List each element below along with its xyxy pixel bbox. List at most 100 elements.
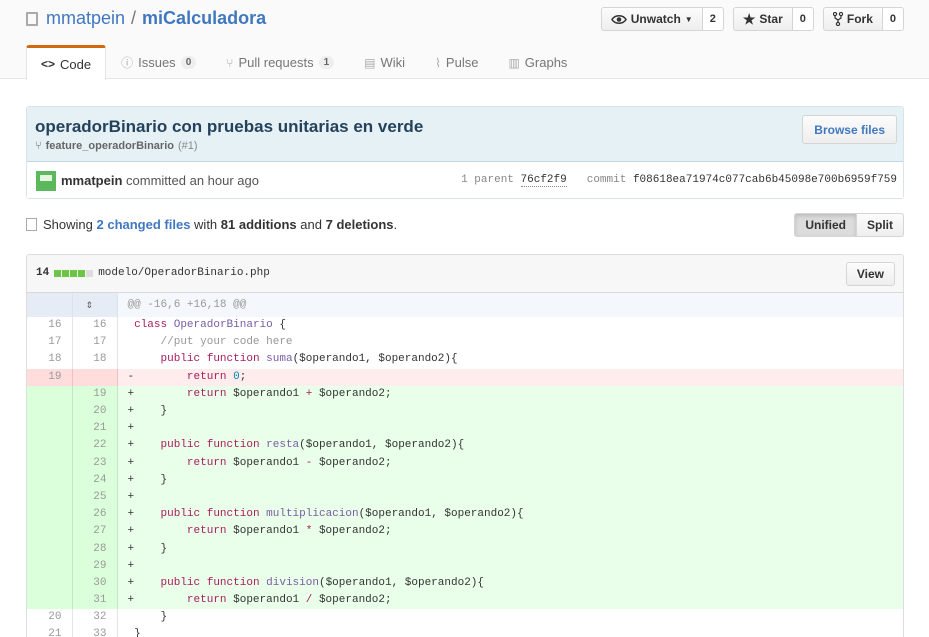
commit-meta: mmatpein committed an hour ago 1 parent … bbox=[27, 162, 903, 198]
unwatch-label: Unwatch bbox=[630, 12, 681, 26]
file-diff: 14 modelo/OperadorBinario.php View ⇕ @@ … bbox=[26, 254, 904, 637]
table-row: 20 32 } bbox=[27, 609, 903, 627]
new-line-number[interactable]: 16 bbox=[72, 317, 118, 335]
code-line: class OperadorBinario { bbox=[134, 319, 286, 332]
code-line: + public function multiplicacion($operan… bbox=[117, 506, 903, 524]
split-button[interactable]: Split bbox=[857, 213, 904, 237]
old-line-number[interactable] bbox=[27, 557, 73, 575]
new-line-number[interactable]: 20 bbox=[72, 402, 118, 421]
table-row: 27 + return $operando1 * $operando2; bbox=[27, 523, 903, 541]
branch-name[interactable]: feature_operadorBinario bbox=[46, 140, 174, 152]
old-line-number[interactable]: 16 bbox=[27, 317, 73, 335]
sha-info: 1 parent 76cf2f9 commit f08618ea71974c07… bbox=[461, 174, 897, 187]
tab-label: Pull requests bbox=[238, 55, 314, 70]
new-line-number[interactable]: 27 bbox=[72, 523, 118, 541]
avatar[interactable] bbox=[36, 171, 56, 191]
fork-button[interactable]: Fork bbox=[822, 7, 883, 31]
changed-files-link[interactable]: 2 changed files bbox=[97, 217, 191, 232]
repo-name-link[interactable]: miCalculadora bbox=[142, 8, 266, 29]
table-row: 19 + return $operando1 + $operando2; bbox=[27, 385, 903, 403]
new-line-number[interactable]: 33 bbox=[72, 626, 118, 637]
table-row: 29 + bbox=[27, 557, 903, 575]
old-line-number[interactable]: 21 bbox=[27, 626, 73, 637]
new-line-number[interactable]: 24 bbox=[72, 471, 118, 489]
tab-counter: 0 bbox=[180, 56, 197, 69]
file-path[interactable]: modelo/OperadorBinario.php bbox=[98, 267, 270, 279]
new-line-number[interactable]: 30 bbox=[72, 574, 118, 592]
tab-issues[interactable]: ⓘ Issues 0 bbox=[106, 45, 211, 79]
old-line-number[interactable]: 18 bbox=[27, 351, 73, 369]
period-text: . bbox=[393, 217, 398, 232]
hunk-header: @@ -16,6 +16,18 @@ bbox=[117, 293, 903, 317]
old-line-number[interactable] bbox=[27, 574, 73, 592]
eye-icon bbox=[610, 14, 627, 24]
old-line-number[interactable] bbox=[27, 402, 73, 421]
old-line-number[interactable] bbox=[27, 523, 73, 541]
new-line-number[interactable]: 31 bbox=[72, 592, 118, 610]
unwatch-button[interactable]: Unwatch ▼ bbox=[600, 7, 703, 31]
old-line-number[interactable] bbox=[27, 437, 73, 455]
author-name[interactable]: mmatpein bbox=[61, 173, 122, 188]
new-line-number[interactable]: 29 bbox=[72, 557, 118, 575]
expand-cell[interactable] bbox=[27, 293, 73, 317]
new-line-number[interactable]: 26 bbox=[72, 506, 118, 524]
tab-graphs[interactable]: ▥ Graphs bbox=[493, 45, 582, 79]
tab-pull-requests[interactable]: ⑂ Pull requests 1 bbox=[211, 45, 349, 79]
stars-count[interactable]: 0 bbox=[792, 7, 814, 31]
new-line-number[interactable]: 18 bbox=[72, 351, 118, 369]
old-line-number[interactable] bbox=[27, 488, 73, 507]
repo-separator: / bbox=[131, 8, 137, 28]
parent-sha-link[interactable]: 76cf2f9 bbox=[520, 174, 567, 187]
new-line-number[interactable]: 17 bbox=[72, 334, 118, 352]
commit-title: operadorBinario con pruebas unitarias en… bbox=[35, 117, 424, 136]
tab-label: Issues bbox=[138, 55, 176, 70]
old-line-number[interactable] bbox=[27, 471, 73, 489]
diffstat-block bbox=[54, 269, 62, 277]
star-button[interactable]: ★ Star bbox=[732, 7, 793, 31]
and-text: and bbox=[300, 217, 322, 232]
new-line-number[interactable]: 28 bbox=[72, 540, 118, 558]
old-line-number[interactable] bbox=[27, 420, 73, 438]
table-row: 21 + bbox=[27, 420, 903, 438]
pull-request-ref[interactable]: (#1) bbox=[178, 140, 198, 152]
code-line: + return $operando1 / $operando2; bbox=[117, 592, 903, 610]
unified-button[interactable]: Unified bbox=[794, 213, 857, 237]
expand-cell[interactable]: ⇕ bbox=[72, 293, 118, 317]
issue-icon: ⓘ bbox=[121, 56, 134, 70]
expand-icon[interactable]: ⇕ bbox=[73, 297, 107, 314]
branch-icon: ⑂ bbox=[35, 140, 42, 152]
tab-pulse[interactable]: ⌇ Pulse bbox=[420, 45, 493, 79]
browse-files-button[interactable]: Browse files bbox=[802, 115, 897, 144]
diff-view-toggle: Unified Split bbox=[794, 213, 904, 237]
code-line: + bbox=[117, 557, 903, 575]
code-line: + public function division($operando1, $… bbox=[117, 574, 903, 592]
new-line-number[interactable]: 22 bbox=[72, 437, 118, 455]
tab-wiki[interactable]: ▤ Wiki bbox=[349, 45, 420, 79]
code-line: + return $operando1 * $operando2; bbox=[117, 523, 903, 541]
old-line-number[interactable] bbox=[27, 454, 73, 472]
old-line-number[interactable]: 19 bbox=[27, 368, 73, 386]
tab-code[interactable]: <> Code bbox=[26, 45, 107, 80]
fork-label: Fork bbox=[846, 12, 873, 26]
new-line-number[interactable]: 32 bbox=[72, 609, 118, 627]
old-line-number[interactable] bbox=[27, 385, 73, 403]
new-line-number[interactable]: 23 bbox=[72, 454, 118, 472]
new-line-number[interactable]: 25 bbox=[72, 488, 118, 507]
old-line-number[interactable] bbox=[27, 506, 73, 524]
old-line-number[interactable]: 17 bbox=[27, 334, 73, 352]
new-line-number[interactable]: 21 bbox=[72, 420, 118, 438]
table-row: 16 16 class OperadorBinario { bbox=[27, 317, 903, 335]
additions-count: 81 additions bbox=[220, 217, 297, 232]
watchers-count[interactable]: 2 bbox=[702, 7, 724, 31]
repo-owner-link[interactable]: mmatpein bbox=[46, 8, 125, 29]
table-row: 20 + } bbox=[27, 402, 903, 421]
new-line-number[interactable]: 19 bbox=[72, 385, 118, 403]
forks-count[interactable]: 0 bbox=[882, 7, 904, 31]
old-line-number[interactable] bbox=[27, 540, 73, 558]
old-line-number[interactable]: 20 bbox=[27, 609, 73, 627]
new-line-number[interactable] bbox=[72, 368, 118, 386]
old-line-number[interactable] bbox=[27, 592, 73, 610]
code-line: - return 0; bbox=[117, 368, 903, 386]
view-file-button[interactable]: View bbox=[845, 262, 895, 286]
commit-box: operadorBinario con pruebas unitarias en… bbox=[26, 106, 904, 199]
